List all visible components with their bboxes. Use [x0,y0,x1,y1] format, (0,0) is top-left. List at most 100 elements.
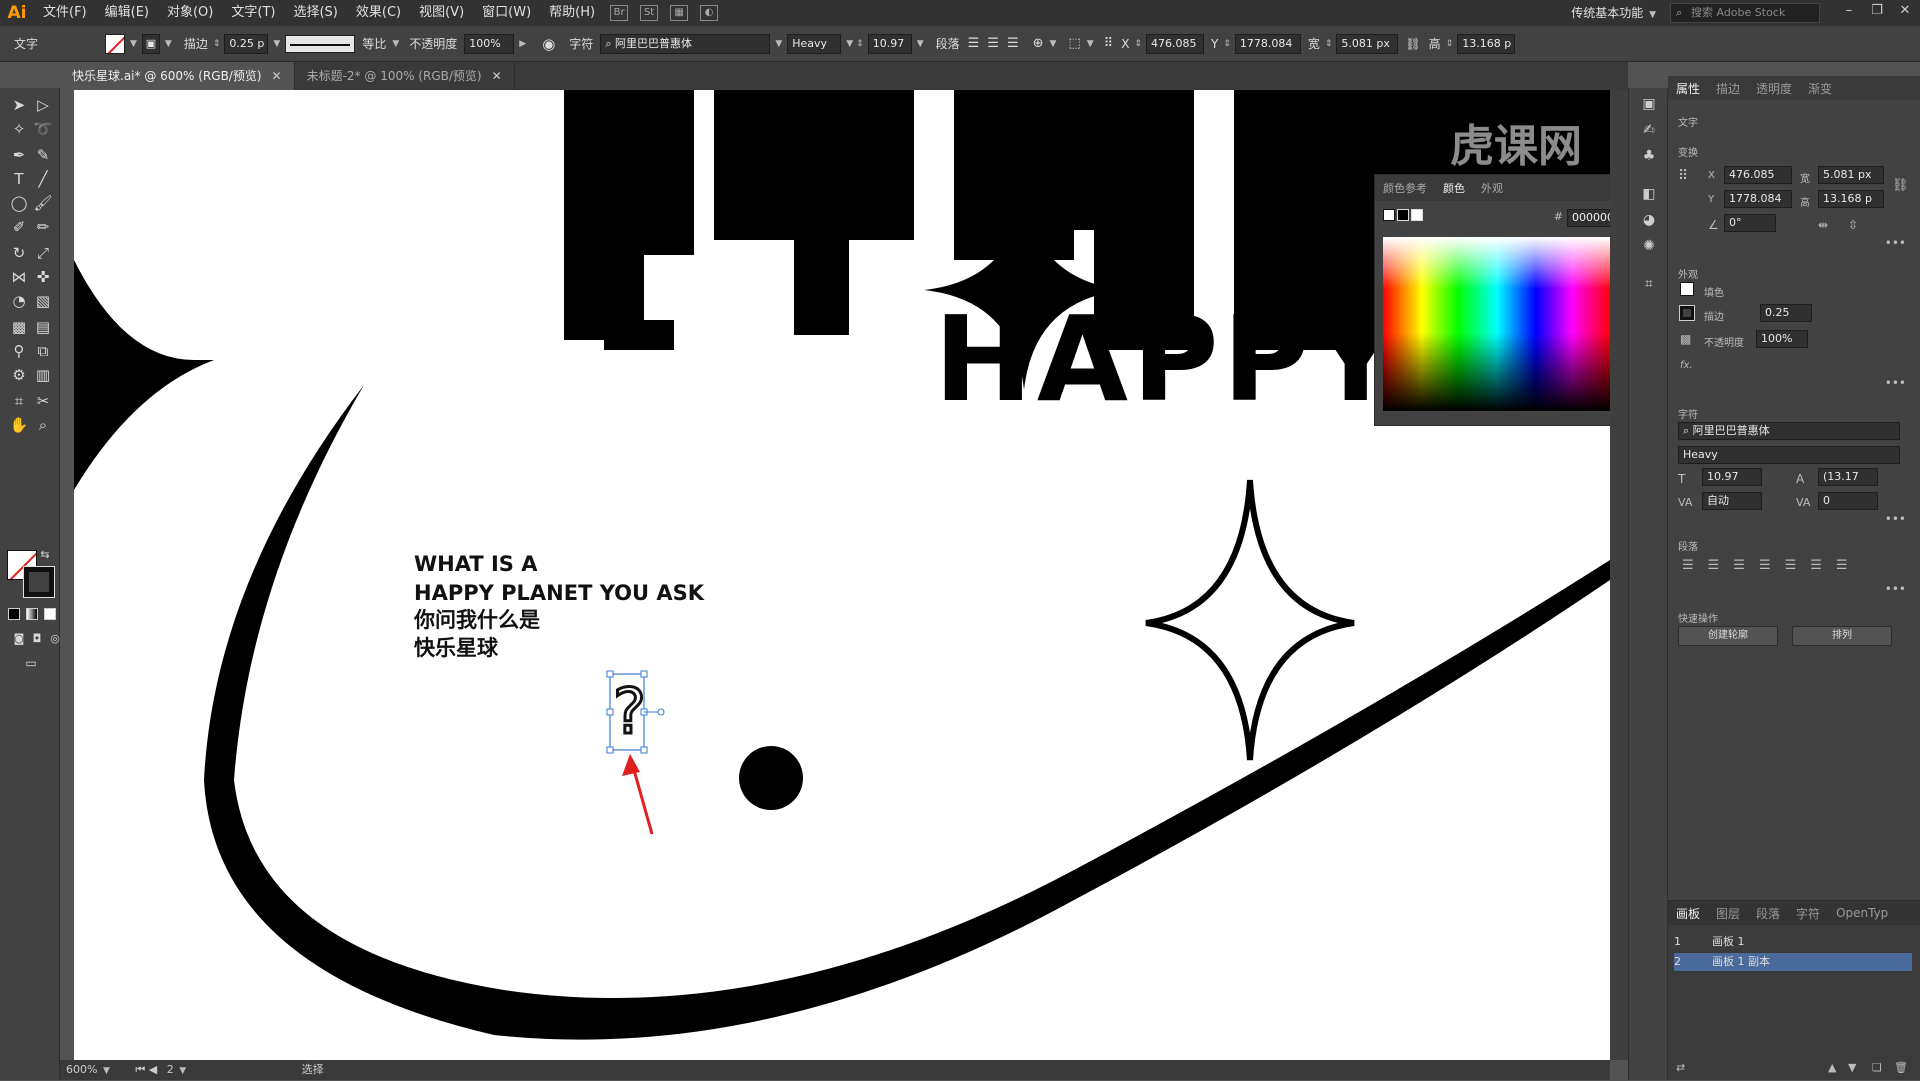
stepper-icon[interactable]: ⇕ [1446,39,1454,49]
shape-mode-icon[interactable]: ⊕ [1033,36,1044,51]
none-mode-icon[interactable] [44,608,56,620]
chevron-down-icon[interactable]: ▼ [846,39,853,49]
more-options-icon[interactable]: ••• [1885,512,1906,526]
chevron-right-icon[interactable]: ▶ [519,39,526,49]
paragraph-label[interactable]: 段落 [936,35,960,52]
swap-colors-icon[interactable]: ⇆ [34,544,56,566]
tab-untitled-2[interactable]: 未标题-2* @ 100% (RGB/预览) ✕ [295,62,515,90]
rearrange-artboards-icon[interactable]: ⇄ [1676,1061,1685,1074]
stroke-color-swatch[interactable] [23,566,55,598]
chevron-down-icon[interactable]: ▼ [392,39,399,49]
pen-tool-icon[interactable]: ✒ [8,144,30,166]
font-family-field[interactable]: ⌕ 阿里巴巴普惠体 [600,33,771,54]
more-options-icon[interactable]: ••• [1885,236,1906,250]
color-mode-icon[interactable] [8,608,20,620]
link-icon[interactable]: ⛓ [1405,37,1420,51]
chevron-down-icon[interactable]: ▼ [179,1066,186,1076]
x-field[interactable]: 476.085 [1145,33,1204,54]
arrange-button[interactable]: 排列 [1792,626,1892,646]
close-icon[interactable]: ✕ [1892,0,1918,22]
constrain-proportions-icon[interactable]: ⛓ [1892,178,1909,193]
reference-point-icon[interactable]: ⠿ [1678,168,1688,184]
arrange-documents-icon[interactable]: ▦ [670,5,689,21]
stock-search-input[interactable]: ⌕ 搜索 Adobe Stock [1670,3,1820,23]
artboard-row-selected[interactable]: 2 画板 1 副本 [1674,953,1912,971]
menu-file[interactable]: 文件(F) [34,0,96,26]
stroke-swatch[interactable]: ▣ [141,33,160,54]
color-panel-icon[interactable]: ◕ [1639,210,1659,230]
hand-tool-icon[interactable]: ✋ [8,414,30,436]
props-fill-swatch[interactable] [1680,282,1694,296]
workspace-switcher[interactable]: 传统基本功能 ▼ [1571,3,1658,23]
white-swatch[interactable] [1411,209,1423,221]
question-glyph[interactable]: ? [612,674,648,750]
rotate-tool-icon[interactable]: ↻ [8,242,30,264]
chevron-down-icon[interactable]: ▼ [165,39,172,49]
tab-gradient[interactable]: 渐变 [1800,80,1840,97]
chevron-down-icon[interactable]: ▼ [273,39,280,49]
menu-select[interactable]: 选择(S) [284,0,346,26]
tab-transparency[interactable]: 透明度 [1748,80,1800,97]
menu-type[interactable]: 文字(T) [222,0,284,26]
page-number[interactable]: 2 [167,1063,174,1076]
props-font-style-field[interactable]: Heavy [1678,446,1900,464]
tab-character[interactable]: 字符 [1788,905,1828,922]
delete-artboard-icon[interactable]: 🗑 [1894,1061,1908,1074]
vertical-scrollbar[interactable] [1610,90,1628,1060]
graph-tool-icon[interactable]: ▥ [32,364,54,386]
stock-icon[interactable]: St [640,5,659,21]
zoom-tool-icon[interactable]: ⌕ [32,414,54,436]
graphic-styles-icon[interactable]: ◧ [1639,184,1659,204]
slice-tool-icon[interactable]: ✂ [32,390,54,412]
direct-selection-tool-icon[interactable]: ▷ [32,94,54,116]
stroke-profile-label[interactable]: 等比 [362,35,386,52]
menu-window[interactable]: 窗口(W) [473,0,540,26]
close-icon[interactable]: ✕ [492,69,502,83]
gradient-tool-icon[interactable]: ▤ [32,316,54,338]
props-stroke-field[interactable]: 0.25 [1760,304,1812,322]
stroke-label[interactable]: 描边 [1704,308,1724,323]
fill-swatch[interactable] [105,33,125,54]
width-tool-icon[interactable]: ⋈ [8,266,30,288]
props-height-field[interactable]: 13.168 p [1818,190,1884,208]
chevron-down-icon[interactable]: ▼ [775,39,782,49]
props-y-field[interactable]: 1778.084 [1724,190,1792,208]
chevron-down-icon[interactable]: ▼ [130,39,137,49]
type-tool-icon[interactable]: T [8,168,30,190]
chevron-down-icon[interactable]: ▼ [917,39,924,49]
color-spectrum[interactable] [1383,237,1611,411]
flip-horizontal-icon[interactable]: ⇹ [1818,218,1828,232]
props-opacity-field[interactable]: 100% [1756,330,1808,348]
align-objects-icon[interactable]: ⬚ [1068,36,1080,51]
blend-tool-icon[interactable]: ⧉ [32,340,54,362]
tab-appearance[interactable]: 外观 [1473,180,1511,196]
y-field[interactable]: 1778.084 [1234,33,1301,54]
restore-icon[interactable]: ❐ [1864,0,1890,22]
symbols-panel-icon[interactable]: ♣ [1639,146,1659,166]
menu-view[interactable]: 视图(V) [410,0,473,26]
stepper-icon[interactable]: ⇕ [1134,39,1142,49]
more-options-icon[interactable]: ••• [1885,582,1906,596]
minimize-icon[interactable]: – [1836,0,1862,22]
properties-panel-icon[interactable]: ▣ [1639,94,1659,114]
artboard-tool-icon[interactable]: ⌗ [8,390,30,412]
more-options-icon[interactable]: ••• [1885,376,1906,390]
shape-builder-icon[interactable]: ◔ [8,290,30,312]
artboard-row[interactable]: 1 画板 1 [1674,933,1912,951]
stepper-icon[interactable]: ⇕ [1223,39,1231,49]
align-center-icon[interactable]: ☰ [987,36,999,51]
zoom-level[interactable]: 600% [66,1063,97,1076]
line-tool-icon[interactable]: ╱ [32,168,54,190]
create-outlines-button[interactable]: 创建轮廓 [1678,626,1778,646]
lasso-icon[interactable]: ➰ [32,118,54,140]
gpu-performance-icon[interactable]: ◐ [700,5,719,21]
menu-edit[interactable]: 编辑(E) [96,0,158,26]
chevron-down-icon[interactable]: ▼ [1087,39,1094,49]
height-field[interactable]: 13.168 p [1457,33,1516,54]
props-font-size-field[interactable]: 10.97 [1702,468,1762,486]
bridge-icon[interactable]: Br [610,5,629,21]
tab-opentype[interactable]: OpenTyp [1828,906,1896,920]
opacity-label[interactable]: 不透明度 [1704,334,1744,349]
paragraph-align-icons[interactable]: ☰☰☰☰☰☰☰ [1682,558,1862,573]
move-up-icon[interactable]: ▲ [1828,1061,1836,1074]
